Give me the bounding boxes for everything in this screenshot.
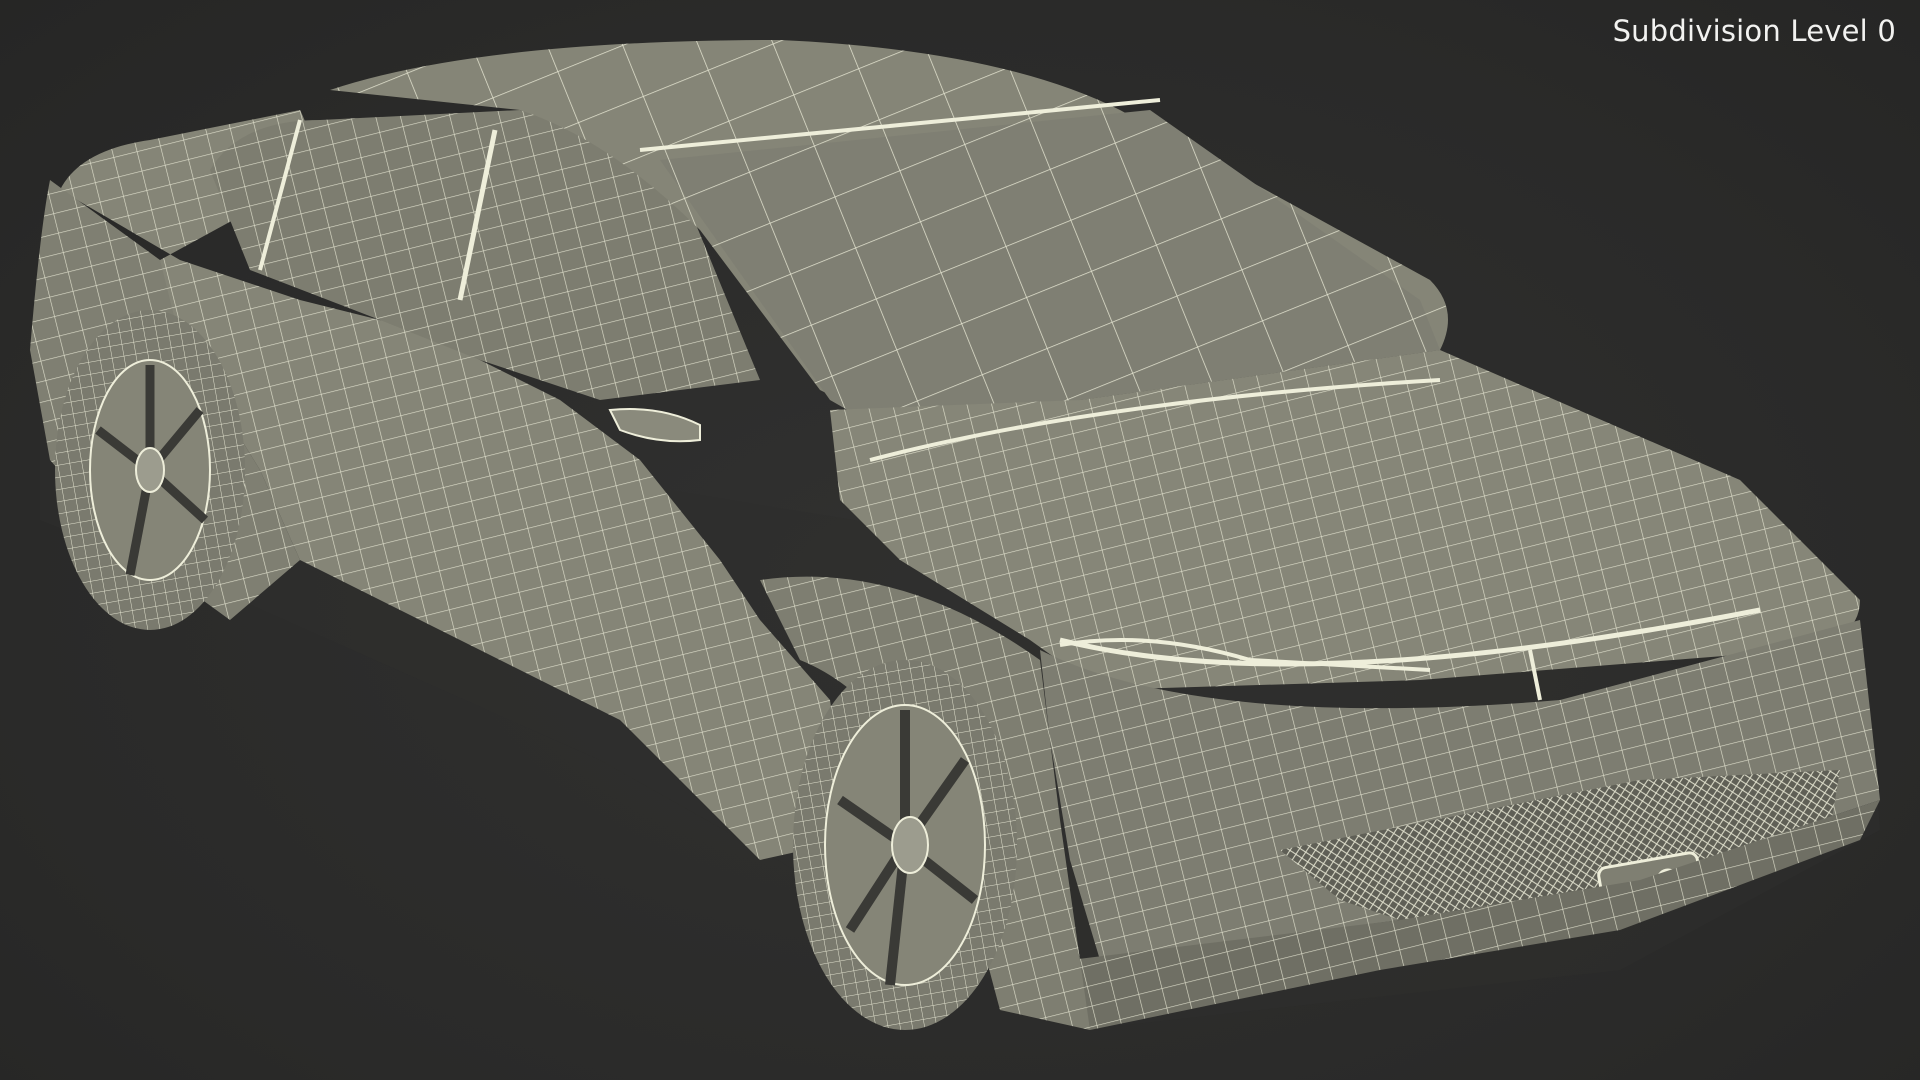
side-mirror xyxy=(608,408,701,443)
3d-viewport[interactable]: Subdivision Level 0 xyxy=(0,0,1920,1080)
subdivision-level-label: Subdivision Level 0 xyxy=(1612,14,1896,48)
rear-wheel xyxy=(55,310,245,630)
car-render xyxy=(30,40,1880,1030)
front-wheel xyxy=(793,660,1017,1030)
